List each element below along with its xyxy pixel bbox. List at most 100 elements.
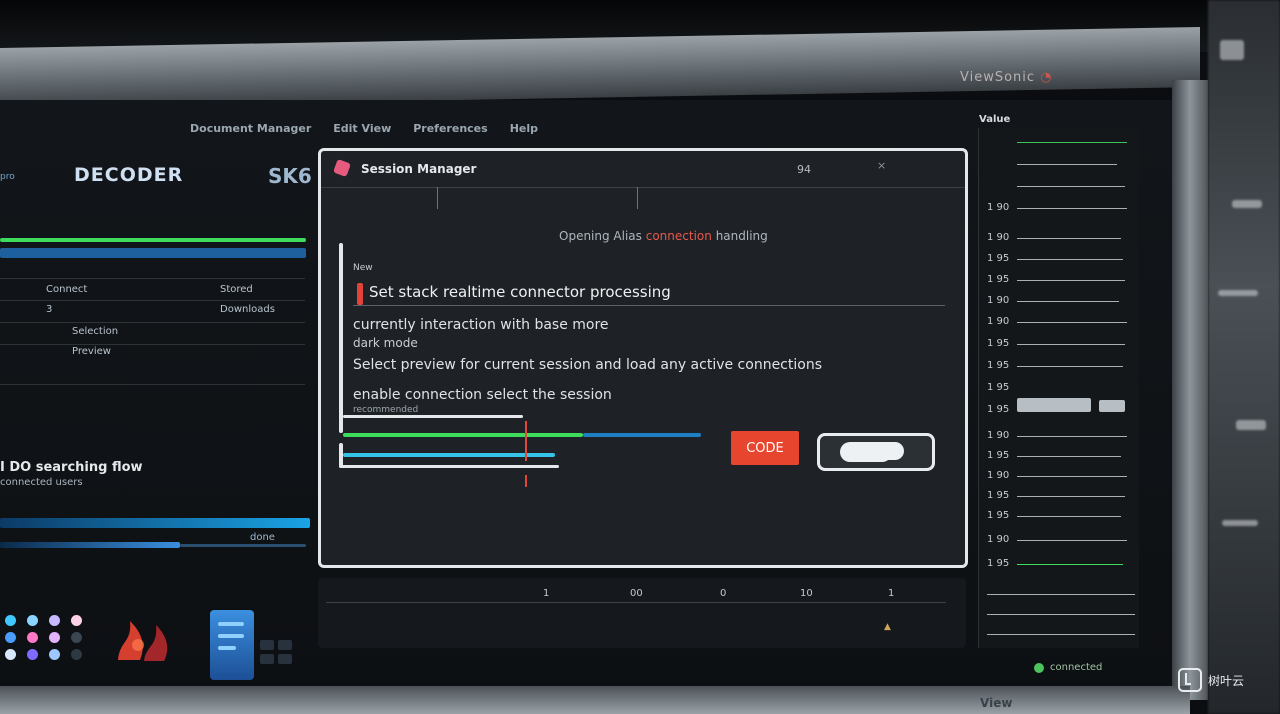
color-swatch[interactable]: [27, 649, 38, 660]
left-panel-subtext: connected users: [0, 477, 83, 488]
close-icon[interactable]: ×: [877, 159, 886, 172]
list-item: 1 90: [987, 470, 1137, 484]
value-bar: [1017, 142, 1127, 143]
left-progress-bar-3: [180, 544, 306, 547]
warning-icon: [357, 283, 363, 305]
color-swatch[interactable]: [71, 649, 82, 660]
value-bar: [1017, 164, 1117, 165]
progress-bar-white: [343, 415, 523, 418]
code-button[interactable]: CODE: [731, 431, 799, 465]
list-item: [987, 588, 1137, 602]
color-swatch[interactable]: [5, 649, 16, 660]
background-light: [1222, 520, 1258, 526]
background-light: [1220, 40, 1244, 60]
timeline-tick: 10: [800, 588, 813, 599]
progress-bar-outline-bottom: [339, 465, 559, 468]
value-bar: [1017, 208, 1127, 209]
color-swatch[interactable]: [5, 615, 16, 626]
list-item: 1 95: [987, 404, 1137, 418]
list-item: 1 90: [987, 534, 1137, 548]
toggle-switch[interactable]: [817, 433, 935, 471]
progress-bar-blue: [583, 433, 701, 437]
value-label: 1 90: [987, 232, 1010, 243]
color-swatch[interactable]: [5, 632, 16, 643]
monitor-screen: Document Manager Edit View Preferences H…: [0, 100, 1175, 688]
list-item-left[interactable]: 3: [46, 304, 52, 315]
app-logo: DECODER: [74, 164, 184, 186]
left-progress-bar: [0, 518, 310, 528]
list-item: 1 95: [987, 382, 1137, 396]
value-label: 1 95: [987, 253, 1010, 264]
device-art-icon: [210, 610, 254, 680]
monitor-bezel-right: [1172, 80, 1208, 700]
status-dot-icon: [1034, 663, 1044, 673]
color-swatch[interactable]: [49, 649, 60, 660]
timeline-tick: 00: [630, 588, 643, 599]
flame-art-icon: [118, 621, 168, 661]
divider: [0, 322, 305, 323]
value-bar: [1017, 186, 1125, 187]
list-item-left[interactable]: Selection: [72, 326, 118, 337]
list-item-left[interactable]: Connect: [46, 284, 87, 295]
divider: [0, 344, 305, 345]
value-label: 1 90: [987, 202, 1010, 213]
color-swatch[interactable]: [49, 632, 60, 643]
right-panel-footer: connected: [1050, 662, 1103, 673]
list-item: [987, 136, 1137, 150]
timeline[interactable]: 1 00 0 10 1 ▲: [318, 578, 966, 648]
ruler-tick: [437, 187, 438, 209]
value-bar: [1017, 259, 1123, 260]
right-panel-title: Value: [979, 114, 1011, 125]
color-swatch[interactable]: [27, 632, 38, 643]
timeline-tick: 0: [720, 588, 727, 599]
value-label: 1 95: [987, 450, 1010, 461]
left-progress-bar-2: [0, 542, 180, 548]
divider: [353, 305, 945, 306]
value-bar: [987, 614, 1135, 615]
value-label: 1 95: [987, 360, 1010, 371]
monitor-brand-icon: ◔: [1040, 70, 1053, 85]
dialog-line-1-text: currently interaction with base: [353, 317, 568, 333]
value-label: 1 90: [987, 470, 1010, 481]
list-item-right[interactable]: Stored: [220, 284, 253, 295]
dialog-header-accent: connection: [645, 229, 712, 243]
color-swatch[interactable]: [71, 632, 82, 643]
color-swatch[interactable]: [49, 615, 60, 626]
menu-item-help[interactable]: Help: [510, 122, 538, 135]
app-icon: [333, 159, 351, 177]
list-item: [987, 608, 1137, 622]
monitor-brand-text: ViewSonic: [960, 70, 1036, 85]
tiles-icon: [260, 640, 300, 680]
leaf-logo-icon: [1178, 668, 1202, 692]
window-title: Session Manager: [361, 162, 477, 176]
menu-item-document[interactable]: Document Manager: [190, 122, 311, 135]
progress-bar-cyan: [343, 453, 555, 457]
value-label: 1 95: [987, 404, 1010, 415]
confirm-dialog: New Set stack realtime connector process…: [339, 243, 949, 487]
window-titlebar[interactable]: Session Manager 94 ×: [321, 151, 965, 209]
timeline-line: [326, 602, 946, 603]
value-label: 1 90: [987, 534, 1010, 545]
timeline-marker[interactable]: ▲: [884, 622, 891, 632]
divider: [0, 384, 305, 385]
background-room: [1208, 0, 1280, 714]
value-label: 1 95: [987, 382, 1010, 393]
value-label: 1 90: [987, 295, 1010, 306]
value-bar: [1017, 238, 1121, 239]
list-item-right[interactable]: Downloads: [220, 304, 275, 315]
monitor-brand: ViewSonic ◔: [960, 70, 1053, 85]
value-bar: [1017, 496, 1125, 497]
list-item: 1 90: [987, 202, 1137, 216]
value-bar: [987, 634, 1135, 635]
divider: [0, 300, 305, 301]
color-swatch[interactable]: [71, 615, 82, 626]
menu-item-preferences[interactable]: Preferences: [413, 122, 487, 135]
list-item-left[interactable]: Preview: [72, 346, 111, 357]
color-swatch[interactable]: [27, 615, 38, 626]
value-label: 1 95: [987, 338, 1010, 349]
value-bar: [1017, 476, 1127, 477]
menu-item-edit[interactable]: Edit View: [333, 122, 391, 135]
value-bar: [1017, 564, 1123, 565]
divider: [0, 278, 305, 279]
dialog-border: [339, 243, 343, 433]
